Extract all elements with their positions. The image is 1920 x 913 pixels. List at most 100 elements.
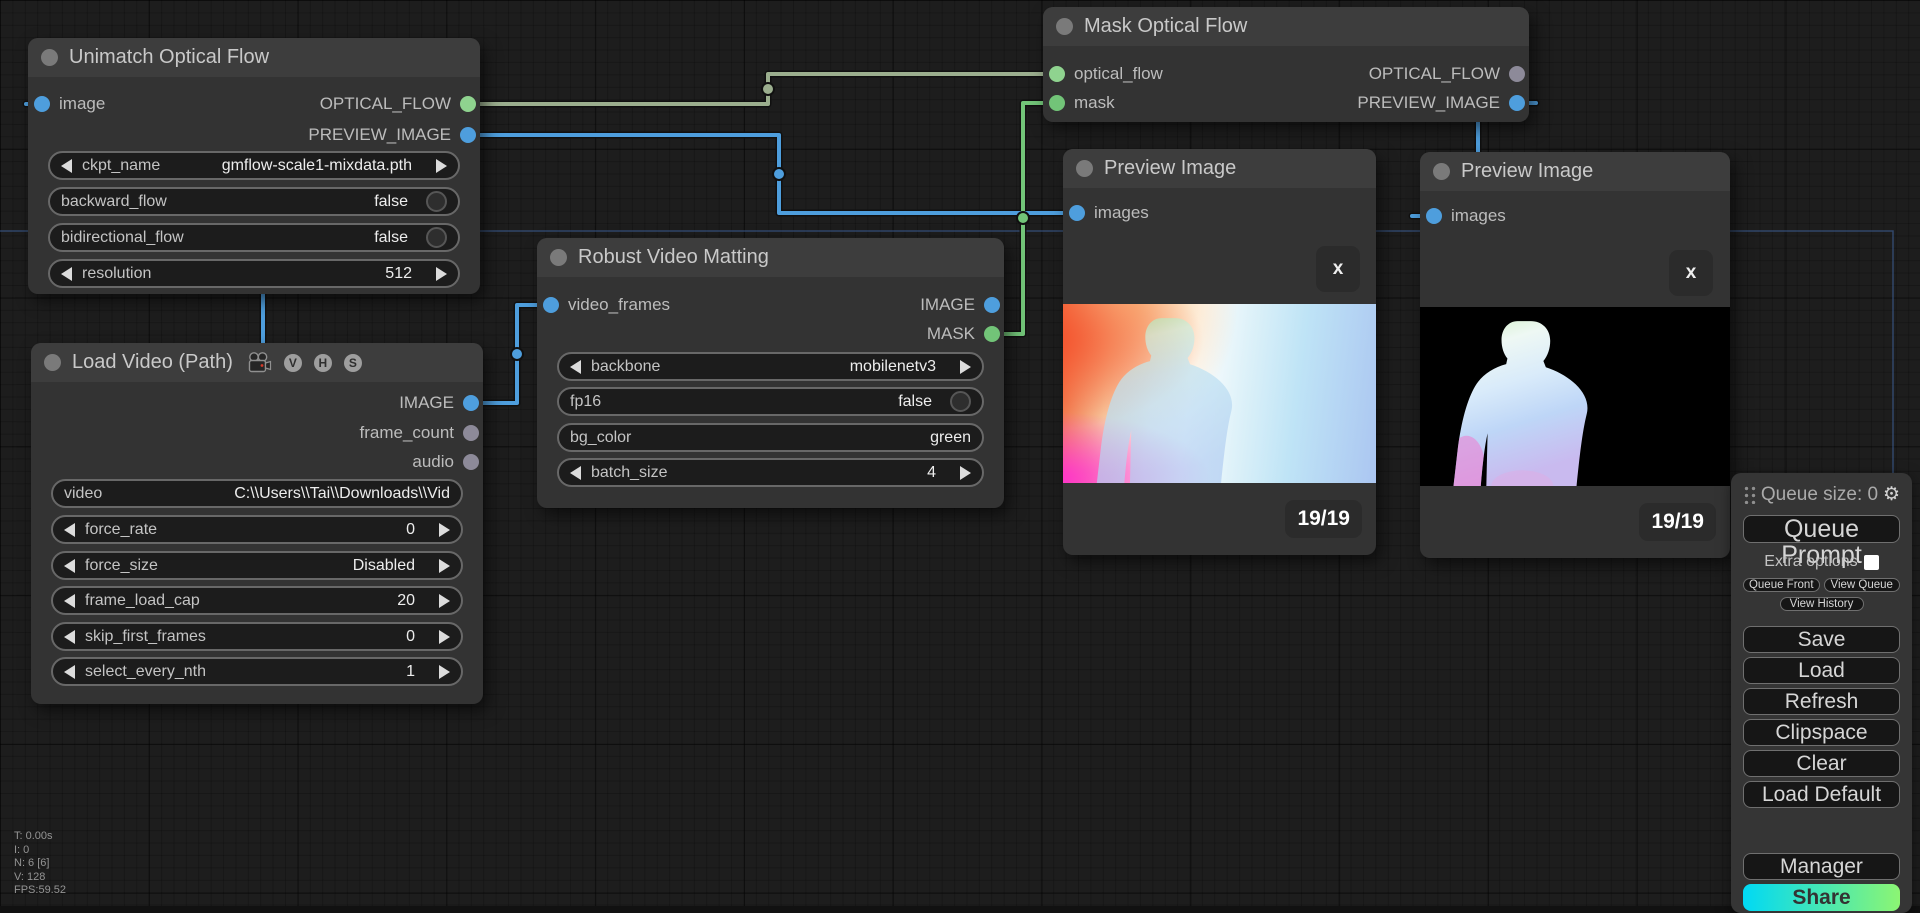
widget-resolution[interactable]: resolution 512: [48, 259, 460, 288]
widget-skip-first-frames[interactable]: skip_first_frames 0: [51, 622, 463, 651]
widget-bg-color[interactable]: bg_color green: [557, 423, 984, 452]
node-mask-optical-flow[interactable]: Mask Optical Flow optical_flow mask OPTI…: [1043, 7, 1529, 122]
input-optical-flow[interactable]: optical_flow: [1049, 64, 1163, 84]
widget-backward-flow[interactable]: backward_flow false: [48, 187, 460, 216]
view-queue-button[interactable]: View Queue: [1823, 578, 1900, 592]
decrement-arrow-icon[interactable]: [64, 664, 75, 679]
socket-preview-image-output[interactable]: [1509, 95, 1525, 111]
node-title: Preview Image: [1104, 157, 1237, 179]
increment-arrow-icon[interactable]: [436, 266, 447, 281]
output-frame-count[interactable]: frame_count: [360, 423, 479, 443]
node-load-video-path[interactable]: Load Video (Path) V H S IMAGE frame_coun…: [31, 343, 483, 704]
node-robust-video-matting[interactable]: Robust Video Matting video_frames IMAGE …: [537, 238, 1004, 508]
decrement-arrow-icon[interactable]: [61, 158, 72, 173]
stat-vertices: V: 128: [14, 870, 46, 883]
decrement-arrow-icon[interactable]: [64, 558, 75, 573]
widget-label: backward_flow: [61, 192, 167, 210]
increment-arrow-icon[interactable]: [439, 558, 450, 573]
load-default-button[interactable]: Load Default: [1743, 781, 1900, 808]
output-audio[interactable]: audio: [412, 452, 479, 472]
output-optical-flow[interactable]: OPTICAL_FLOW: [320, 94, 476, 114]
node-preview-image-2[interactable]: Preview Image images x 19/19: [1420, 152, 1730, 558]
widget-force-size[interactable]: force_size Disabled: [51, 551, 463, 580]
socket-video-frames-input[interactable]: [543, 297, 559, 313]
socket-images-input[interactable]: [1426, 208, 1442, 224]
view-history-button[interactable]: View History: [1779, 597, 1864, 611]
decrement-arrow-icon[interactable]: [570, 465, 581, 480]
toggle-knob[interactable]: [426, 227, 447, 248]
clear-button[interactable]: Clear: [1743, 750, 1900, 777]
socket-image-output[interactable]: [463, 395, 479, 411]
widget-fp16[interactable]: fp16 false: [557, 387, 984, 416]
input-images[interactable]: images: [1069, 203, 1149, 223]
socket-frame-count-output[interactable]: [463, 425, 479, 441]
socket-preview-image-output[interactable]: [460, 127, 476, 143]
input-video-frames[interactable]: video_frames: [543, 295, 670, 315]
increment-arrow-icon[interactable]: [439, 593, 450, 608]
output-mask[interactable]: MASK: [927, 324, 1000, 344]
socket-audio-output[interactable]: [463, 454, 479, 470]
widget-ckpt-name[interactable]: ckpt_name gmflow-scale1-mixdata.pth: [48, 151, 460, 180]
output-image[interactable]: IMAGE: [399, 393, 479, 413]
increment-arrow-icon[interactable]: [960, 465, 971, 480]
save-button[interactable]: Save: [1743, 626, 1900, 653]
close-preview-button[interactable]: x: [1316, 246, 1360, 292]
node-unimatch-optical-flow[interactable]: Unimatch Optical Flow image OPTICAL_FLOW…: [28, 38, 480, 294]
socket-mask-output[interactable]: [984, 326, 1000, 342]
manager-button[interactable]: Manager: [1743, 853, 1900, 880]
output-optical-flow[interactable]: OPTICAL_FLOW: [1369, 64, 1525, 84]
clipspace-button[interactable]: Clipspace: [1743, 719, 1900, 746]
widget-video-path[interactable]: video C:\\Users\\Tai\\Downloads\\Vid: [51, 479, 463, 508]
socket-images-input[interactable]: [1069, 205, 1085, 221]
decrement-arrow-icon[interactable]: [64, 593, 75, 608]
drag-handle-icon[interactable]: [1743, 485, 1756, 504]
queue-prompt-button[interactable]: Queue Prompt: [1743, 515, 1900, 568]
decrement-arrow-icon[interactable]: [64, 629, 75, 644]
socket-optical-flow-output[interactable]: [1509, 66, 1525, 82]
widget-backbone[interactable]: backbone mobilenetv3: [557, 352, 984, 381]
output-preview-image[interactable]: PREVIEW_IMAGE: [308, 125, 476, 145]
node-title-bar[interactable]: Preview Image: [1420, 152, 1730, 191]
socket-image-output[interactable]: [984, 297, 1000, 313]
increment-arrow-icon[interactable]: [436, 158, 447, 173]
socket-optical-flow-input[interactable]: [1049, 66, 1065, 82]
node-title-bar[interactable]: Load Video (Path) V H S: [31, 343, 483, 382]
refresh-button[interactable]: Refresh: [1743, 688, 1900, 715]
node-title-bar[interactable]: Robust Video Matting: [537, 238, 1004, 277]
socket-image-input[interactable]: [34, 96, 50, 112]
node-title-bar[interactable]: Mask Optical Flow: [1043, 7, 1529, 46]
node-title-bar[interactable]: Preview Image: [1063, 149, 1376, 188]
socket-mask-input[interactable]: [1049, 95, 1065, 111]
toggle-knob[interactable]: [426, 191, 447, 212]
load-button[interactable]: Load: [1743, 657, 1900, 684]
widget-force-rate[interactable]: force_rate 0: [51, 515, 463, 544]
node-title-bar[interactable]: Unimatch Optical Flow: [28, 38, 480, 77]
output-preview-image[interactable]: PREVIEW_IMAGE: [1357, 93, 1525, 113]
close-preview-button[interactable]: x: [1669, 250, 1713, 296]
gear-icon[interactable]: ⚙: [1883, 483, 1900, 506]
node-title: Mask Optical Flow: [1084, 15, 1248, 37]
socket-optical-flow-output[interactable]: [460, 96, 476, 112]
toggle-knob[interactable]: [950, 391, 971, 412]
increment-arrow-icon[interactable]: [960, 359, 971, 374]
node-preview-image-1[interactable]: Preview Image images x 19/19: [1063, 149, 1376, 555]
input-mask[interactable]: mask: [1049, 93, 1115, 113]
extra-options-checkbox[interactable]: [1863, 554, 1879, 570]
comfy-menu-panel: Queue size: 0 ⚙ Queue Prompt Extra optio…: [1731, 473, 1912, 913]
widget-select-every-nth[interactable]: select_every_nth 1: [51, 657, 463, 686]
queue-front-button[interactable]: Queue Front: [1743, 578, 1820, 592]
decrement-arrow-icon[interactable]: [64, 522, 75, 537]
increment-arrow-icon[interactable]: [439, 629, 450, 644]
decrement-arrow-icon[interactable]: [61, 266, 72, 281]
input-images[interactable]: images: [1426, 206, 1506, 226]
widget-label: batch_size: [591, 463, 668, 481]
increment-arrow-icon[interactable]: [439, 664, 450, 679]
widget-batch-size[interactable]: batch_size 4: [557, 458, 984, 487]
input-image[interactable]: image: [34, 94, 105, 114]
widget-bidirectional-flow[interactable]: bidirectional_flow false: [48, 223, 460, 252]
widget-frame-load-cap[interactable]: frame_load_cap 20: [51, 586, 463, 615]
increment-arrow-icon[interactable]: [439, 522, 450, 537]
decrement-arrow-icon[interactable]: [570, 359, 581, 374]
output-image[interactable]: IMAGE: [920, 295, 1000, 315]
share-button[interactable]: Share: [1743, 884, 1900, 911]
